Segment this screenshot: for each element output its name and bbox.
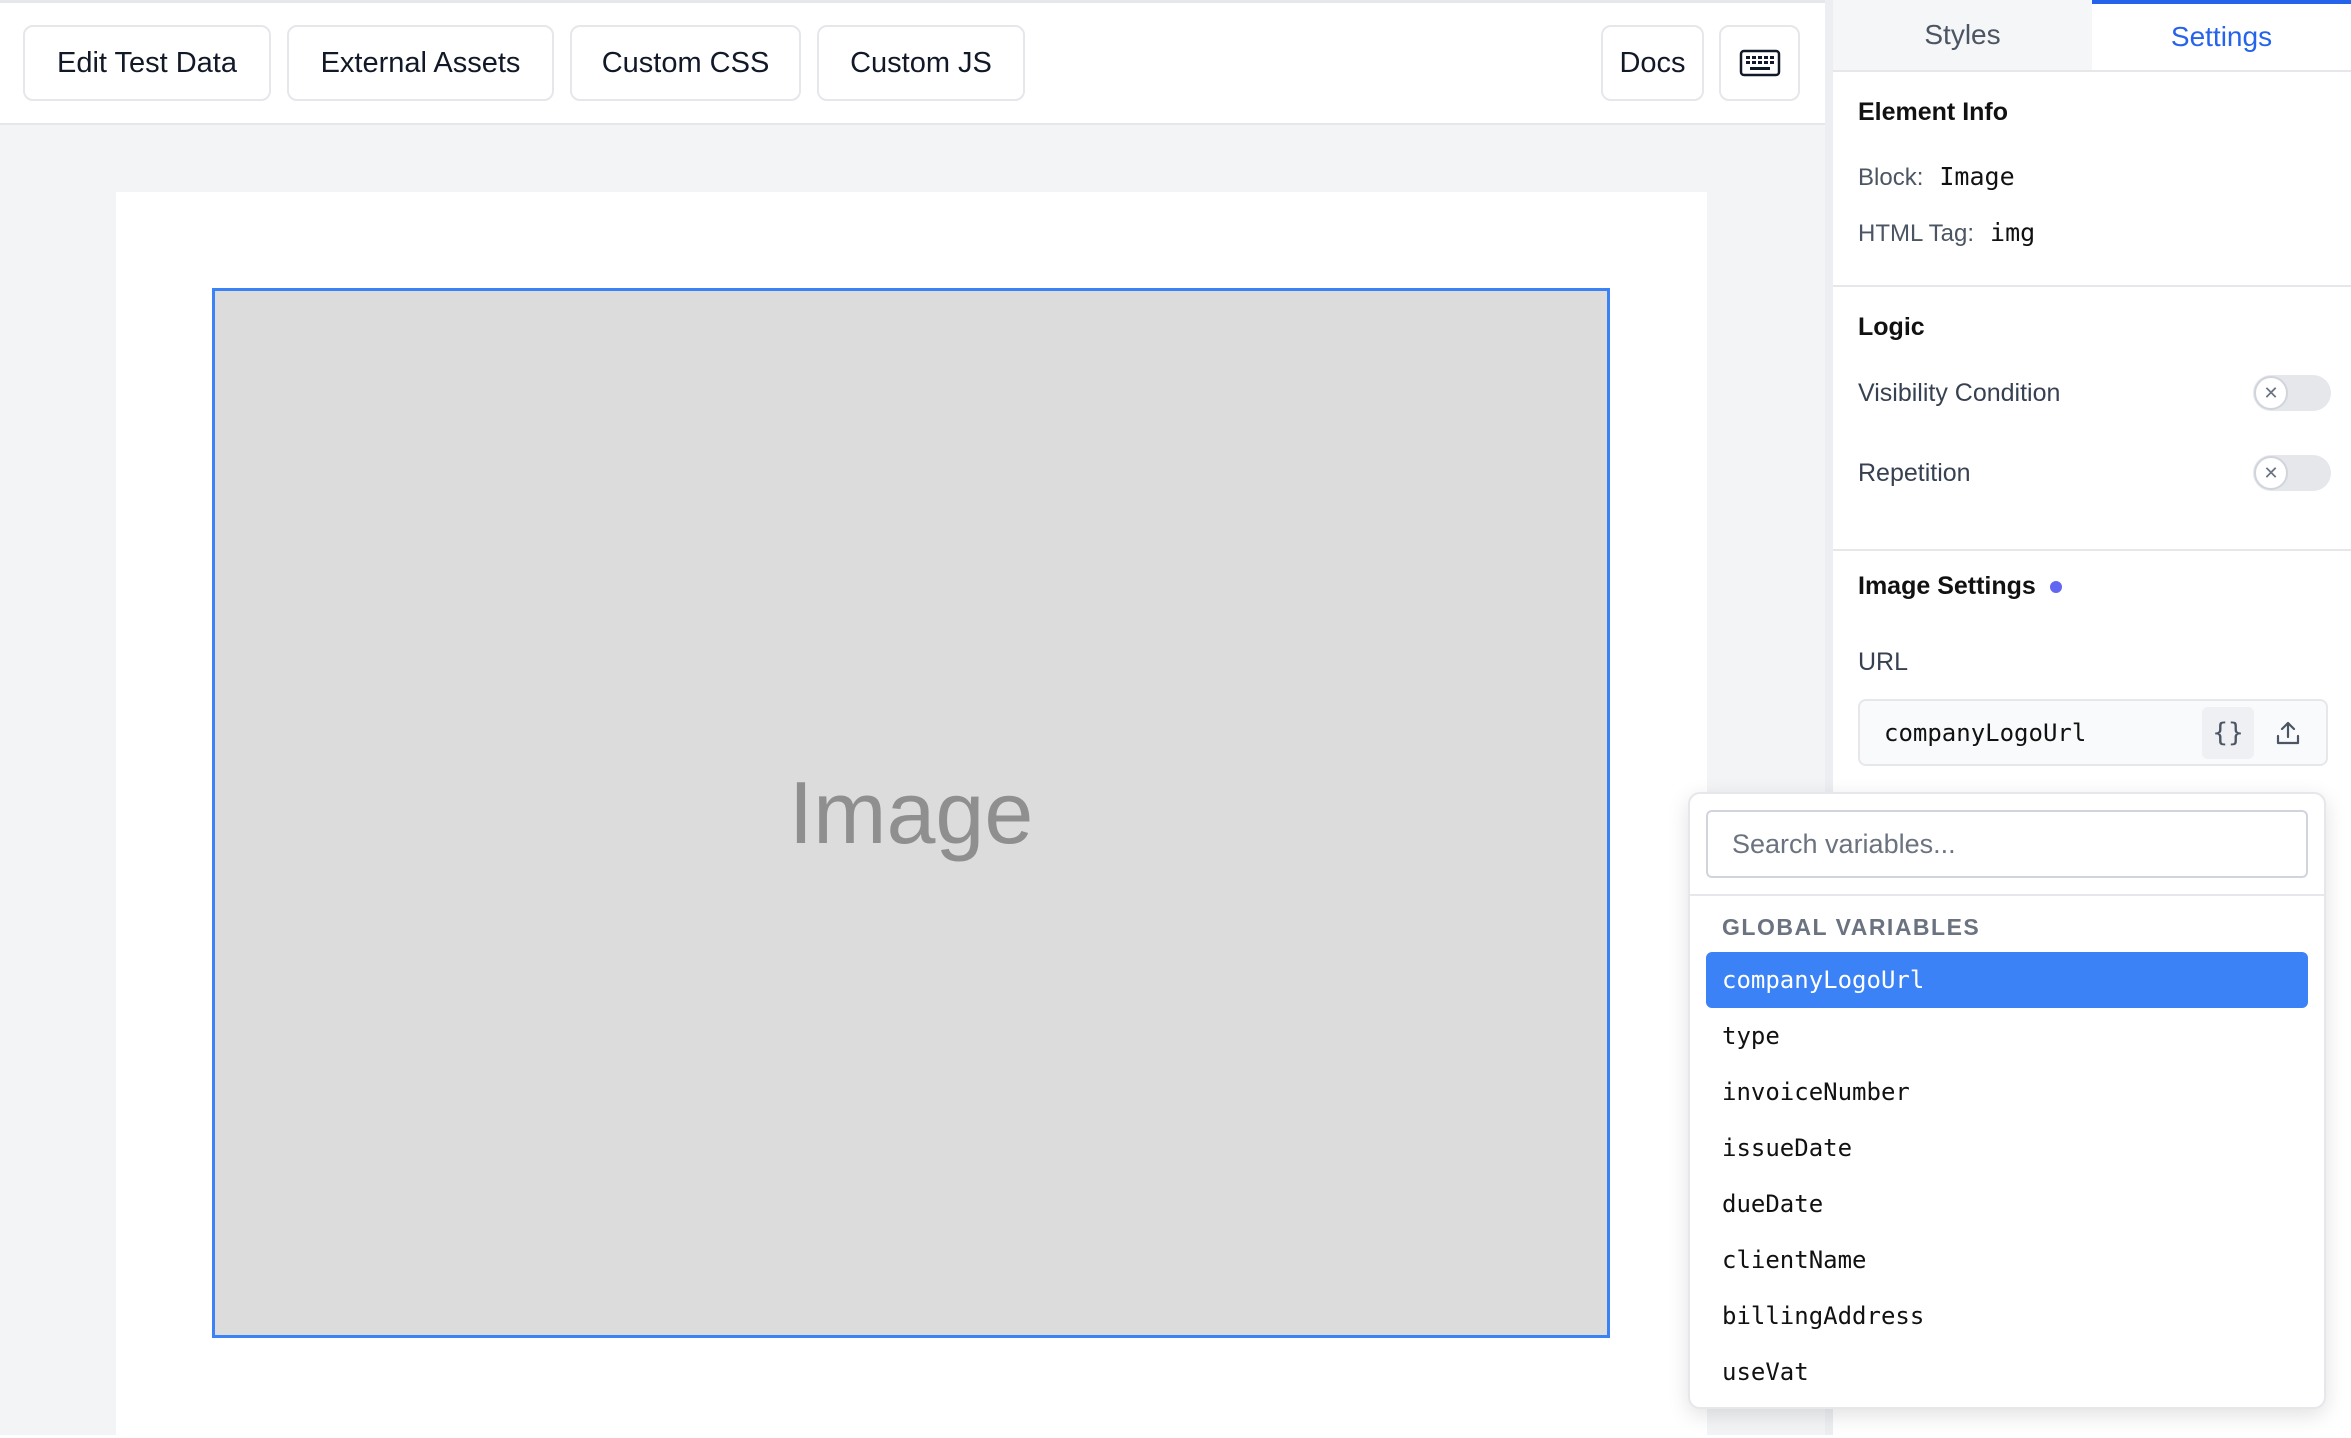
modified-indicator-dot	[2049, 581, 2062, 594]
html-tag-label: HTML Tag:	[1858, 220, 1975, 247]
block-value: Image	[1939, 162, 2015, 191]
editor-area: Edit Test Data External Assets Custom CS…	[0, 0, 1825, 1438]
variables-dropdown: GLOBAL VARIABLES companyLogoUrl type inv…	[1688, 792, 2326, 1409]
variable-item[interactable]: clientName	[1706, 1232, 2308, 1288]
variable-item[interactable]: type	[1706, 1008, 2308, 1064]
element-info-section: Element Info Block: Image HTML Tag: img	[1833, 72, 2351, 287]
variable-item[interactable]: invoiceNumber	[1706, 1064, 2308, 1120]
block-label: Block:	[1858, 164, 1924, 191]
tab-settings[interactable]: Settings	[2092, 0, 2351, 70]
selected-image-block[interactable]: Image	[212, 288, 1610, 1338]
docs-button[interactable]: Docs	[1601, 25, 1704, 101]
visibility-condition-label: Visibility Condition	[1858, 379, 2061, 407]
element-info-title: Element Info	[1858, 98, 2009, 126]
edit-test-data-button[interactable]: Edit Test Data	[23, 25, 271, 101]
custom-css-button[interactable]: Custom CSS	[570, 25, 801, 101]
image-settings-title-text: Image Settings	[1858, 572, 2036, 600]
url-value: companyLogoUrl	[1884, 719, 2087, 747]
variable-search-input[interactable]	[1706, 810, 2308, 878]
external-assets-button[interactable]: External Assets	[287, 25, 554, 101]
html-tag-info-row: HTML Tag: img	[1858, 218, 2035, 248]
image-placeholder-text: Image	[788, 763, 1034, 862]
html-tag-value: img	[1990, 218, 2036, 247]
variable-item[interactable]: companyLogoUrl	[1706, 952, 2308, 1008]
variable-item[interactable]: dueDate	[1706, 1176, 2308, 1232]
close-icon: ✕	[2254, 456, 2288, 490]
variable-search-wrap	[1690, 794, 2324, 896]
url-label: URL	[1858, 648, 1909, 676]
repetition-toggle[interactable]: ✕	[2253, 455, 2331, 491]
block-info-row: Block: Image	[1858, 162, 2015, 192]
upload-button[interactable]	[2262, 707, 2314, 759]
close-icon: ✕	[2254, 376, 2288, 410]
custom-js-button[interactable]: Custom JS	[817, 25, 1025, 101]
variable-item[interactable]: issueDate	[1706, 1120, 2308, 1176]
tab-styles[interactable]: Styles	[1833, 0, 2092, 70]
logic-section: Logic Visibility Condition ✕ Repetition …	[1833, 287, 2351, 551]
keyboard-shortcuts-button[interactable]	[1719, 25, 1800, 101]
visibility-condition-toggle[interactable]: ✕	[2253, 375, 2331, 411]
braces-icon: {}	[2212, 718, 2244, 748]
logic-title: Logic	[1858, 313, 1925, 341]
global-variables-heading: GLOBAL VARIABLES	[1722, 914, 1981, 940]
variable-picker-button[interactable]: {}	[2202, 707, 2254, 759]
variable-list: companyLogoUrl type invoiceNumber issueD…	[1706, 952, 2308, 1400]
panel-tabs: Styles Settings	[1833, 0, 2351, 72]
keyboard-icon	[1739, 49, 1780, 77]
variable-item[interactable]: useVat	[1706, 1344, 2308, 1400]
url-input[interactable]: companyLogoUrl {}	[1858, 699, 2328, 766]
variable-item[interactable]: billingAddress	[1706, 1288, 2308, 1344]
upload-icon	[2276, 721, 2300, 745]
repetition-label: Repetition	[1858, 459, 1971, 487]
image-settings-title: Image Settings	[1858, 572, 2062, 601]
toolbar: Edit Test Data External Assets Custom CS…	[0, 3, 1825, 125]
